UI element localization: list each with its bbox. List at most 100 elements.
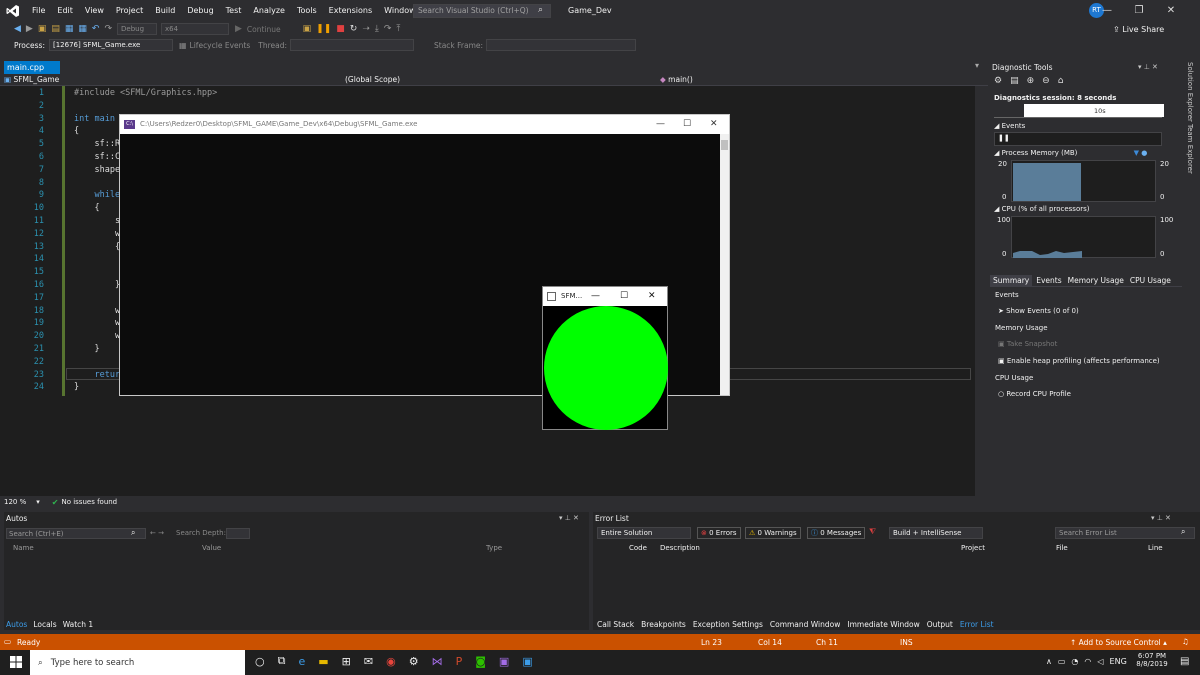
sfml-taskbar-icon[interactable]: ▣ — [522, 655, 532, 668]
thread-dropdown[interactable] — [290, 39, 414, 51]
cpu-chart[interactable] — [1011, 216, 1156, 258]
tab-immediate-window[interactable]: Immediate Window — [847, 620, 919, 629]
live-share-button[interactable]: ⇪ Live Share — [1113, 25, 1164, 34]
back-icon[interactable]: ◀ — [14, 24, 21, 34]
restart-icon[interactable]: ↻ — [350, 24, 358, 34]
menu-edit[interactable]: Edit — [51, 0, 79, 22]
stop-icon[interactable]: ■ — [336, 24, 345, 34]
search-input[interactable]: Search Visual Studio (Ctrl+Q) — [413, 4, 551, 18]
continue-button[interactable]: Continue — [247, 25, 281, 34]
save-icon[interactable]: ▦ — [65, 24, 74, 34]
console-scroll-thumb[interactable] — [721, 140, 728, 150]
continue-icon[interactable]: ▶ — [235, 24, 242, 34]
take-snapshot-button[interactable]: ▣ Take Snapshot — [998, 340, 1057, 348]
tab-autos[interactable]: Autos — [6, 620, 27, 629]
search-icon[interactable]: ⌕ — [538, 5, 543, 15]
col-type[interactable]: Type — [486, 544, 502, 552]
build-filter-dropdown[interactable]: Build + IntelliSense — [889, 527, 983, 539]
diag-window-controls[interactable]: ▾ ⊥ ✕ — [1138, 63, 1158, 71]
member-dropdown[interactable]: ◆ main() — [660, 74, 970, 86]
minimize-icon[interactable]: — — [1092, 0, 1122, 22]
console-close-icon[interactable]: ✕ — [710, 115, 718, 134]
scope-filter-dropdown[interactable]: Entire Solution — [597, 527, 691, 539]
console-taskbar-icon[interactable]: ▣ — [499, 655, 509, 668]
vertical-scrollbar[interactable] — [975, 86, 988, 496]
menu-file[interactable]: File — [26, 0, 51, 22]
autos-search-icon[interactable]: ⌕ — [131, 528, 135, 538]
settings-app-icon[interactable]: ⚙ — [409, 655, 419, 668]
autos-nav-arrows[interactable]: ← → — [150, 529, 164, 537]
tab-error-list[interactable]: Error List — [960, 620, 994, 629]
filter-icon[interactable]: ⧨ — [869, 527, 876, 537]
attach-icon[interactable]: ▣ — [303, 24, 312, 34]
volume-icon[interactable]: ◁ — [1097, 657, 1103, 666]
battery-icon[interactable]: ▭ — [1058, 657, 1066, 666]
sfml-window[interactable]: SFM... — ☐ ✕ — [542, 286, 668, 430]
mail-icon[interactable]: ✉ — [364, 655, 373, 668]
status-ins[interactable]: INS — [900, 638, 913, 647]
tab-dropdown-icon[interactable]: ▾ — [975, 61, 979, 70]
settings-icon[interactable]: ⚙ — [994, 76, 1002, 86]
heap-profiling-toggle[interactable]: ▣ Enable heap profiling (affects perform… — [998, 357, 1160, 365]
tab-call-stack[interactable]: Call Stack — [597, 620, 634, 629]
step-icon[interactable]: ➝ — [362, 24, 370, 34]
sfml-minimize-icon[interactable]: — — [591, 287, 600, 306]
menu-view[interactable]: View — [79, 0, 110, 22]
save-all-icon[interactable]: ▦ — [78, 24, 87, 34]
sfml-maximize-icon[interactable]: ☐ — [620, 287, 628, 306]
tab-exception-settings[interactable]: Exception Settings — [693, 620, 763, 629]
error-search-input[interactable]: Search Error List — [1055, 527, 1195, 539]
console-minimize-icon[interactable]: — — [656, 115, 665, 134]
zoom-out-icon[interactable]: ⊖ — [1042, 76, 1050, 86]
step-out-icon[interactable]: ⤒ — [396, 24, 400, 34]
col-line[interactable]: Line — [1148, 544, 1163, 552]
lifecycle-events-button[interactable]: Lifecycle Events — [190, 41, 251, 50]
menu-debug[interactable]: Debug — [181, 0, 219, 22]
col-value[interactable]: Value — [202, 544, 221, 552]
tab-watch-1[interactable]: Watch 1 — [63, 620, 94, 629]
step-into-icon[interactable]: ⤓ — [375, 24, 379, 34]
tab-breakpoints[interactable]: Breakpoints — [641, 620, 686, 629]
messages-filter-button[interactable]: ⓘ 0 Messages — [807, 527, 866, 539]
store-icon[interactable]: ⊞ — [342, 655, 351, 668]
tray-chevron-icon[interactable]: ∧ — [1046, 657, 1052, 666]
tab-summary[interactable]: Summary — [990, 275, 1033, 286]
network-icon[interactable]: ◔ — [1071, 657, 1078, 666]
menu-extensions[interactable]: Extensions — [323, 0, 378, 22]
pause-icon[interactable]: ❚❚ — [316, 24, 331, 34]
menu-tools[interactable]: Tools — [291, 0, 323, 22]
task-view-icon[interactable]: ⧉ — [278, 654, 286, 668]
tab-cpu-usage[interactable]: CPU Usage — [1130, 276, 1171, 285]
clock[interactable]: 6:07 PM 8/8/2019 — [1132, 652, 1172, 668]
edge-icon[interactable]: e — [298, 655, 305, 668]
action-center-icon[interactable]: ▤ — [1180, 656, 1189, 667]
diag-timeline[interactable]: 10s — [994, 104, 1164, 118]
sfml-close-icon[interactable]: ✕ — [648, 287, 656, 306]
zoom-in-icon[interactable]: ⊕ — [1027, 76, 1035, 86]
col-description[interactable]: Description — [660, 544, 700, 552]
restore-icon[interactable]: ❐ — [1124, 0, 1154, 22]
tab-main-cpp[interactable]: main.cpp — [4, 61, 60, 74]
forward-icon[interactable]: ▶ — [26, 24, 33, 34]
error-list-window-controls[interactable]: ▾ ⊥ ✕ — [1151, 514, 1171, 522]
console-scrollbar[interactable] — [720, 134, 729, 395]
reset-view-icon[interactable]: ⌂ — [1058, 76, 1064, 86]
scope-dropdown[interactable]: (Global Scope) — [345, 74, 655, 86]
tab-output[interactable]: Output — [927, 620, 953, 629]
menu-analyze[interactable]: Analyze — [247, 0, 291, 22]
issues-status[interactable]: No issues found — [61, 498, 117, 506]
autos-window-controls[interactable]: ▾ ⊥ ✕ — [559, 514, 579, 522]
close-icon[interactable]: ✕ — [1156, 0, 1186, 22]
status-column[interactable]: Col 14 — [758, 638, 782, 647]
project-dropdown[interactable]: ▣ SFML_Game — [4, 74, 330, 86]
chrome-icon[interactable]: ◉ — [386, 655, 396, 668]
col-name[interactable]: Name — [13, 544, 34, 552]
zoom-dropdown-icon[interactable]: ▾ — [36, 498, 40, 506]
team-explorer-tab[interactable]: Team Explorer — [1186, 124, 1194, 174]
platform-dropdown[interactable]: x64 — [161, 23, 229, 35]
undo-icon[interactable]: ↶ — [92, 24, 100, 34]
col-file[interactable]: File — [1056, 544, 1068, 552]
config-dropdown[interactable]: Debug — [117, 23, 157, 35]
status-line[interactable]: Ln 23 — [701, 638, 722, 647]
stack-frame-dropdown[interactable] — [486, 39, 637, 51]
